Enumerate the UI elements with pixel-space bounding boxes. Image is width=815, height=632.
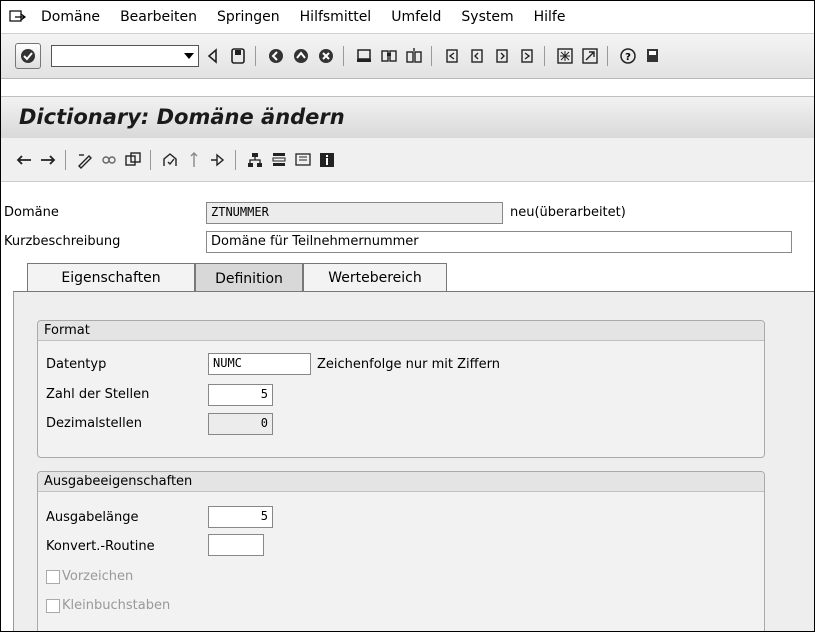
domain-field[interactable]: ZTNUMMER <box>206 202 503 224</box>
menu-springen[interactable]: Springen <box>217 9 280 25</box>
tab-definition[interactable]: Definition <box>195 263 303 293</box>
decimals-label: Dezimalstellen <box>46 416 143 431</box>
sign-checkbox[interactable]: Vorzeichen <box>46 569 133 584</box>
short-description-field[interactable]: Domäne für Teilnehmernummer <box>206 231 792 253</box>
tab-strip: Eigenschaften Definition Wertebereich <box>1 263 814 293</box>
title-bar: Dictionary: Domäne ändern <box>1 96 814 139</box>
next-page-icon[interactable] <box>491 45 513 67</box>
other-object-icon[interactable] <box>122 149 144 171</box>
check-icon[interactable] <box>159 149 181 171</box>
tab-eigenschaften[interactable]: Eigenschaften <box>27 263 195 291</box>
separator <box>607 46 608 66</box>
output-length-label: Ausgabelänge <box>46 510 139 525</box>
save-icon[interactable] <box>227 45 249 67</box>
display-object-list-icon[interactable] <box>268 149 290 171</box>
last-page-icon[interactable] <box>516 45 538 67</box>
new-session-icon[interactable] <box>554 45 576 67</box>
domain-label: Domäne <box>4 205 59 220</box>
short-description-label: Kurzbeschreibung <box>4 234 121 249</box>
separator <box>544 46 545 66</box>
active-inactive-icon[interactable] <box>98 149 120 171</box>
domain-status: neu(überarbeitet) <box>510 205 626 220</box>
back-icon[interactable] <box>265 45 287 67</box>
cancel-icon[interactable] <box>315 45 337 67</box>
separator <box>65 149 66 170</box>
menu-hilfsmittel[interactable]: Hilfsmittel <box>300 9 372 25</box>
find-icon[interactable] <box>378 45 400 67</box>
checkbox-icon[interactable] <box>46 598 60 613</box>
conversion-routine-label: Konvert.-Routine <box>46 539 155 554</box>
format-group-title: Format <box>38 321 764 341</box>
tab-wertebereich[interactable]: Wertebereich <box>303 263 447 291</box>
output-length-field[interactable]: 5 <box>208 506 273 528</box>
command-dropdown-icon[interactable] <box>184 53 194 59</box>
length-field[interactable]: 5 <box>208 384 273 406</box>
system-menu-icon[interactable] <box>9 10 27 24</box>
activate-icon[interactable] <box>183 149 205 171</box>
separator <box>343 46 344 66</box>
separator <box>235 149 236 170</box>
standard-toolbar: ? <box>1 34 814 79</box>
length-label: Zahl der Stellen <box>46 387 150 402</box>
menu-bearbeiten[interactable]: Bearbeiten <box>120 9 197 25</box>
menu-domaene[interactable]: Domäne <box>41 9 100 25</box>
back-nav-icon[interactable] <box>13 149 35 171</box>
back-arrow-icon[interactable] <box>202 45 224 67</box>
documentation-icon[interactable] <box>292 149 314 171</box>
help-icon[interactable]: ? <box>617 45 639 67</box>
first-page-icon[interactable] <box>441 45 463 67</box>
display-change-icon[interactable] <box>74 149 96 171</box>
page-title: Dictionary: Domäne ändern <box>19 105 345 129</box>
command-field[interactable] <box>51 45 199 67</box>
sap-window: Domäne Bearbeiten Springen Hilfsmittel U… <box>0 0 815 632</box>
find-next-icon[interactable] <box>403 45 425 67</box>
separator <box>150 149 151 170</box>
sign-checkbox-label: Vorzeichen <box>62 569 134 584</box>
menu-system[interactable]: System <box>461 9 513 25</box>
menu-umfeld[interactable]: Umfeld <box>391 9 441 25</box>
hierarchy-icon[interactable] <box>244 149 266 171</box>
shortcut-icon[interactable] <box>579 45 601 67</box>
forward-nav-icon[interactable] <box>37 149 59 171</box>
command-input[interactable] <box>54 47 178 67</box>
enter-icon[interactable] <box>15 43 41 69</box>
exit-icon[interactable] <box>290 45 312 67</box>
layout-icon[interactable] <box>642 45 664 67</box>
decimals-field[interactable]: 0 <box>208 413 273 435</box>
info-icon[interactable] <box>316 149 338 171</box>
conversion-routine-field[interactable] <box>208 534 264 556</box>
separator <box>431 46 432 66</box>
svg-text:?: ? <box>625 52 631 63</box>
datatype-description: Zeichenfolge nur mit Ziffern <box>317 357 500 372</box>
datatype-label: Datentyp <box>46 357 107 372</box>
separator <box>255 46 256 66</box>
lowercase-checkbox-label: Kleinbuchstaben <box>62 598 171 613</box>
lowercase-checkbox[interactable]: Kleinbuchstaben <box>46 598 170 613</box>
output-group-title: Ausgabeeigenschaften <box>38 472 764 492</box>
datatype-field[interactable]: NUMC <box>208 353 311 375</box>
print-icon[interactable] <box>353 45 375 67</box>
menu-bar: Domäne Bearbeiten Springen Hilfsmittel U… <box>1 1 814 34</box>
menu-hilfe[interactable]: Hilfe <box>534 9 566 25</box>
application-toolbar <box>1 138 814 182</box>
previous-page-icon[interactable] <box>466 45 488 67</box>
checkbox-icon[interactable] <box>46 569 60 584</box>
where-used-icon[interactable] <box>207 149 229 171</box>
